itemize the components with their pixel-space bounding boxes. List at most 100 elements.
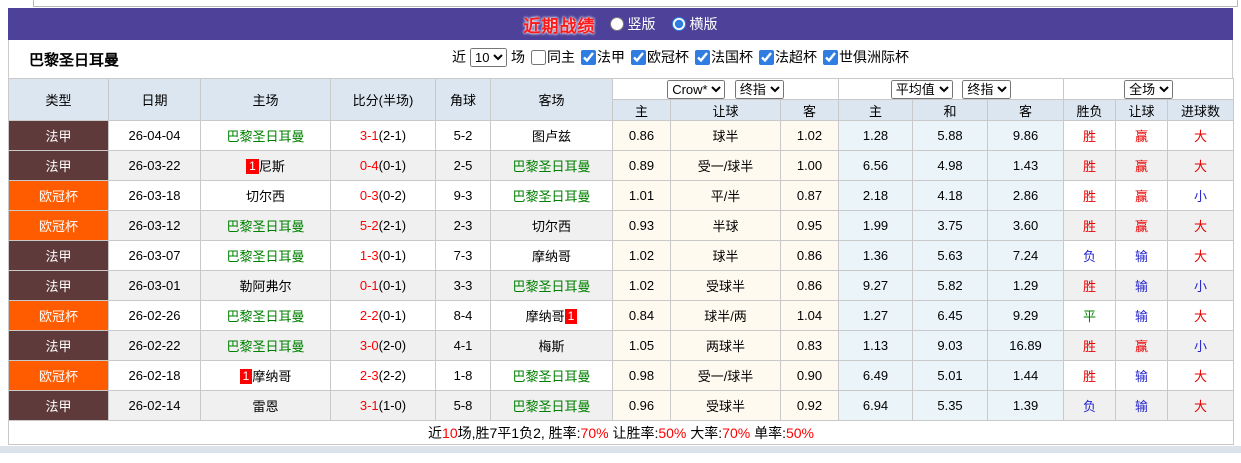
radio-vertical-input[interactable] bbox=[609, 17, 624, 31]
date-cell: 26-02-22 bbox=[108, 330, 201, 361]
bottom-strip bbox=[0, 446, 1241, 453]
league-checkbox-supercup-input[interactable] bbox=[759, 49, 774, 65]
table-row: 法甲 26-02-22 巴黎圣日耳曼 3-0(2-0) 4-1 梅斯 1.05 两球半 0.83… bbox=[8, 330, 1235, 361]
away-team-cell: 摩纳哥 bbox=[490, 240, 613, 271]
odds-cell: 球半/两 bbox=[670, 300, 781, 331]
league-label: 世俱洲际杯 bbox=[839, 49, 909, 65]
league-checkbox-cwc[interactable]: 世俱洲际杯 bbox=[817, 47, 909, 67]
avg-cell: 6.49 bbox=[838, 360, 914, 391]
odds-company-select[interactable]: Crow* bbox=[667, 79, 726, 99]
avg-cell: 1.29 bbox=[987, 270, 1065, 301]
team-name[interactable]: 巴黎圣日耳曼 bbox=[512, 399, 590, 414]
score-cell: 3-1(2-1) bbox=[330, 120, 436, 151]
avg-cell: 4.98 bbox=[912, 150, 989, 181]
result-cell: 大 bbox=[1167, 120, 1235, 151]
team-name[interactable]: 图卢兹 bbox=[532, 129, 571, 144]
title-bar: 近期战绩 竖版 横版 bbox=[8, 8, 1233, 40]
team-name[interactable]: 摩纳哥 bbox=[252, 369, 291, 384]
average-final-select[interactable]: 终指 bbox=[962, 79, 1012, 99]
odds-cell: 0.87 bbox=[779, 180, 840, 211]
league-label: 欧冠杯 bbox=[647, 49, 689, 65]
avg-cell: 2.18 bbox=[838, 180, 914, 211]
team-name[interactable]: 勒阿弗尔 bbox=[239, 279, 291, 294]
page: 近期战绩 竖版 横版 巴黎圣日耳曼 近 10 场 同主 法甲 欧冠杯 法国杯 法… bbox=[0, 0, 1241, 463]
sub-header-odds-home: 主 bbox=[612, 99, 671, 121]
team-name[interactable]: 切尔西 bbox=[532, 219, 571, 234]
summary-segment: 50% bbox=[658, 424, 687, 441]
same-home-checkbox-input[interactable] bbox=[531, 49, 546, 65]
team-name[interactable]: 巴黎圣日耳曼 bbox=[512, 159, 590, 174]
matches-count-select[interactable]: 10 bbox=[470, 47, 507, 67]
score-cell: 5-2(2-1) bbox=[330, 210, 436, 241]
league-checkbox-cwc-input[interactable] bbox=[823, 49, 838, 65]
date-cell: 26-02-14 bbox=[108, 390, 201, 421]
same-home-checkbox[interactable]: 同主 bbox=[525, 47, 575, 67]
league-checkbox-ucl-input[interactable] bbox=[631, 49, 646, 65]
avg-cell: 9.03 bbox=[912, 330, 989, 361]
type-badge-cell: 法甲 bbox=[8, 120, 109, 151]
date-cell: 26-03-12 bbox=[108, 210, 201, 241]
score-cell: 0-1(0-1) bbox=[330, 270, 436, 301]
score-cell: 2-2(0-1) bbox=[330, 300, 436, 331]
team-name[interactable]: 梅斯 bbox=[538, 339, 564, 354]
average-select[interactable]: 平均值 bbox=[890, 79, 953, 99]
result-cell: 胜 bbox=[1063, 210, 1117, 241]
league-checkbox-ligue1[interactable]: 法甲 bbox=[575, 47, 625, 67]
league-checkbox-coupe[interactable]: 法国杯 bbox=[689, 47, 753, 67]
odds-cell: 0.98 bbox=[612, 360, 671, 391]
date-cell: 26-03-22 bbox=[108, 150, 201, 181]
radio-horizontal-label: 横版 bbox=[689, 16, 718, 32]
team-name[interactable]: 巴黎圣日耳曼 bbox=[512, 279, 590, 294]
team-name[interactable]: 巴黎圣日耳曼 bbox=[226, 129, 304, 144]
team-name[interactable]: 巴黎圣日耳曼 bbox=[512, 189, 590, 204]
type-badge-cell: 欧冠杯 bbox=[8, 210, 109, 241]
full-match-select[interactable]: 全场 bbox=[1124, 79, 1174, 99]
league-checkbox-ligue1-input[interactable] bbox=[581, 49, 596, 65]
team-name[interactable]: 摩纳哥 bbox=[532, 249, 571, 264]
summary-segment: 10 bbox=[442, 424, 458, 441]
team-name[interactable]: 巴黎圣日耳曼 bbox=[226, 339, 304, 354]
radio-horizontal-input[interactable] bbox=[671, 17, 686, 31]
avg-cell: 5.82 bbox=[912, 270, 989, 301]
result-cell: 赢 bbox=[1115, 210, 1169, 241]
league-checkbox-coupe-input[interactable] bbox=[695, 49, 710, 65]
rank-badge: 1 bbox=[239, 369, 253, 384]
league-label: 法国杯 bbox=[711, 49, 753, 65]
avg-cell: 1.43 bbox=[987, 150, 1065, 181]
team-name[interactable]: 雷恩 bbox=[252, 399, 278, 414]
team-name[interactable]: 摩纳哥 bbox=[526, 309, 565, 324]
team-name[interactable]: 切尔西 bbox=[246, 189, 285, 204]
away-team-cell: 图卢兹 bbox=[490, 120, 613, 151]
league-checkbox-supercup[interactable]: 法超杯 bbox=[753, 47, 817, 67]
team-name[interactable]: 巴黎圣日耳曼 bbox=[226, 309, 304, 324]
near-label: 近 bbox=[452, 49, 466, 65]
result-cell: 大 bbox=[1167, 240, 1235, 271]
half-time-score: (0-1) bbox=[378, 158, 407, 173]
team-name[interactable]: 巴黎圣日耳曼 bbox=[226, 249, 304, 264]
sub-header-odds-handicap: 让球 bbox=[670, 99, 781, 121]
result-cell: 胜 bbox=[1063, 330, 1117, 361]
type-badge-cell: 法甲 bbox=[8, 240, 109, 271]
league-checkbox-ucl[interactable]: 欧冠杯 bbox=[625, 47, 689, 67]
half-time-score: (2-0) bbox=[378, 338, 407, 353]
team-name[interactable]: 巴黎圣日耳曼 bbox=[512, 369, 590, 384]
corner-cell: 7-3 bbox=[435, 240, 491, 271]
avg-cell: 9.27 bbox=[838, 270, 914, 301]
result-cell: 胜 bbox=[1063, 270, 1117, 301]
odds-cell: 半球 bbox=[670, 210, 781, 241]
radio-vertical[interactable]: 竖版 bbox=[609, 14, 656, 34]
odds-cell: 1.00 bbox=[779, 150, 840, 181]
team-name[interactable]: 巴黎圣日耳曼 bbox=[226, 219, 304, 234]
type-badge-cell: 欧冠杯 bbox=[8, 300, 109, 331]
score-cell: 0-4(0-1) bbox=[330, 150, 436, 181]
result-cell: 赢 bbox=[1115, 120, 1169, 151]
sub-header-avg-home: 主 bbox=[838, 99, 914, 121]
odds-final-select[interactable]: 终指 bbox=[734, 79, 784, 99]
team-name[interactable]: 尼斯 bbox=[259, 159, 285, 174]
radio-horizontal[interactable]: 横版 bbox=[671, 14, 718, 34]
half-time-score: (2-1) bbox=[378, 128, 407, 143]
away-team-cell: 巴黎圣日耳曼 bbox=[490, 150, 613, 181]
full-time-score: 3-1 bbox=[359, 398, 379, 413]
odds-cell: 受球半 bbox=[670, 270, 781, 301]
away-team-cell: 巴黎圣日耳曼 bbox=[490, 390, 613, 421]
